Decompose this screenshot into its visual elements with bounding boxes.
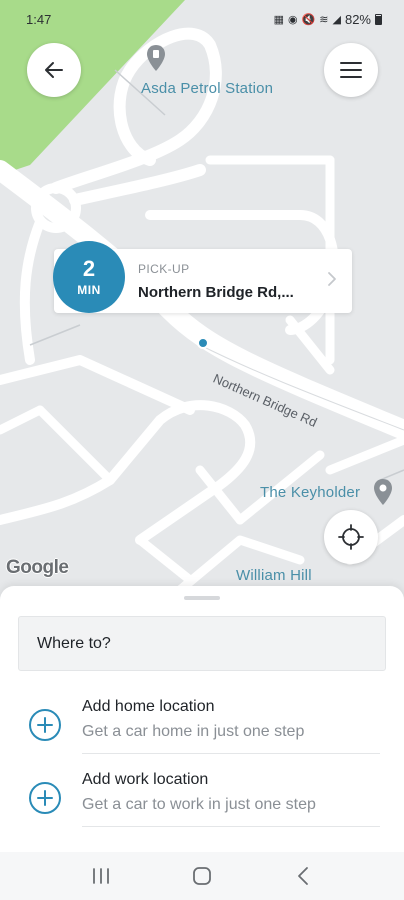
menu-button[interactable] [324, 43, 378, 97]
arrow-left-icon [45, 62, 63, 78]
wifi-icon: ≋ [319, 13, 329, 26]
google-logo: Google [6, 557, 69, 578]
recenter-button[interactable] [324, 510, 378, 564]
fuel-pin-icon[interactable] [146, 44, 166, 72]
notification-icon: ▦ [273, 13, 284, 26]
place-pin-icon[interactable] [373, 478, 393, 506]
back-button[interactable] [27, 43, 81, 97]
pickup-label: PICK-UP [138, 262, 190, 276]
poi-label-william-hill[interactable]: William Hill [236, 567, 312, 584]
status-icons: ▦ ◉ 🔇 ≋ ◢ 82% [274, 12, 382, 27]
hamburger-menu-icon [340, 62, 362, 78]
crosshair-icon [338, 524, 364, 550]
recent-apps-button[interactable] [81, 856, 121, 896]
where-to-input[interactable]: Where to? [18, 616, 386, 671]
pickup-location-dot [197, 337, 209, 349]
bottom-sheet: Where to? Add home location Get a car ho… [0, 586, 404, 852]
signal-icon: ◢ [332, 13, 341, 26]
poi-label-keyholder[interactable]: The Keyholder [260, 484, 360, 501]
chevron-right-icon [328, 272, 336, 286]
add-circle-icon [29, 782, 61, 814]
mute-icon: 🔇 [301, 13, 316, 26]
eta-value: 2 [82, 256, 96, 281]
system-back-button[interactable] [283, 856, 323, 896]
status-time: 1:47 [26, 11, 52, 27]
eta-unit: MIN [77, 283, 101, 297]
battery-icon [375, 13, 382, 25]
sheet-drag-handle[interactable] [184, 596, 220, 600]
battery-percent: 82% [344, 11, 371, 27]
add-work-title: Add work location [82, 771, 209, 788]
status-bar: 1:47 ▦ ◉ 🔇 ≋ ◢ 82% [0, 0, 404, 38]
pickup-address: Northern Bridge Rd,... [138, 284, 294, 301]
add-work-subtitle: Get a car to work in just one step [82, 796, 316, 813]
home-button[interactable] [182, 856, 222, 896]
recent-apps-icon [92, 868, 109, 884]
system-nav-bar [0, 852, 404, 900]
add-home-title: Add home location [82, 698, 215, 715]
add-home-subtitle: Get a car home in just one step [82, 723, 305, 740]
pickup-card[interactable]: 2 MIN PICK-UP Northern Bridge Rd,... [53, 241, 352, 313]
alarm-icon: ◉ [287, 13, 298, 26]
divider [82, 826, 380, 827]
add-home-location-row[interactable]: Add home location Get a car home in just… [0, 690, 404, 762]
poi-label-petrol-station[interactable]: Asda Petrol Station [141, 80, 273, 97]
add-circle-icon [29, 709, 61, 741]
chevron-left-icon [298, 867, 309, 885]
add-work-location-row[interactable]: Add work location Get a car to work in j… [0, 763, 404, 835]
eta-badge: 2 MIN [53, 241, 125, 313]
home-icon [193, 867, 211, 885]
divider [82, 753, 380, 754]
